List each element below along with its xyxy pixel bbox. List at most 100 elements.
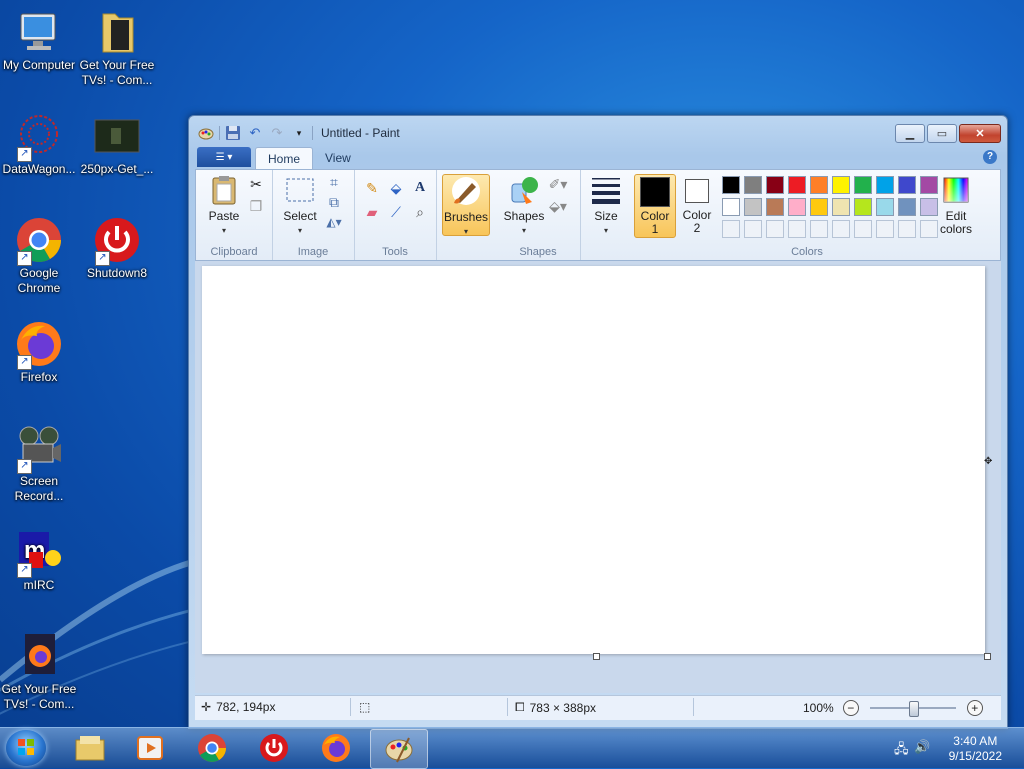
- color-swatch[interactable]: [832, 176, 850, 194]
- custom-color-slot[interactable]: [876, 220, 894, 238]
- outline-icon[interactable]: ✐▾: [548, 174, 568, 194]
- windows-logo-icon: [18, 739, 34, 755]
- color-swatch[interactable]: [744, 176, 762, 194]
- minimize-button[interactable]: ▁: [895, 124, 925, 143]
- taskbar-explorer[interactable]: [62, 729, 118, 767]
- color-swatch[interactable]: [854, 198, 872, 216]
- cut-icon[interactable]: ✂: [246, 174, 266, 194]
- color-swatch[interactable]: [810, 198, 828, 216]
- color-swatch[interactable]: [898, 198, 916, 216]
- color2-button[interactable]: Color 2: [678, 174, 716, 236]
- brushes-button[interactable]: Brushes ▾: [442, 174, 490, 236]
- color-swatch[interactable]: [722, 198, 740, 216]
- custom-color-slot[interactable]: [832, 220, 850, 238]
- title-bar[interactable]: ↶ ↷ ▾ Untitled - Paint ▁ ▭ ✕: [189, 116, 1007, 148]
- color-swatch[interactable]: [876, 176, 894, 194]
- cursor-position-icon: ✛: [201, 700, 212, 714]
- copy-icon[interactable]: ❐: [246, 196, 266, 216]
- network-icon[interactable]: 🖧: [894, 740, 909, 762]
- canvas-resize-handle-corner[interactable]: [984, 653, 991, 660]
- desktop-icon-get-free-tvs[interactable]: Get Your Free TVs! - Com...: [78, 8, 156, 88]
- desktop-icon-250px-get[interactable]: 250px-Get_...: [78, 112, 156, 177]
- custom-color-slot[interactable]: [788, 220, 806, 238]
- undo-icon[interactable]: ↶: [246, 124, 264, 142]
- desktop-icon-datawagon[interactable]: ↗ DataWagon...: [0, 112, 78, 177]
- select-button[interactable]: Select ▾: [278, 174, 322, 237]
- color1-button[interactable]: Color 1: [634, 174, 676, 238]
- customize-qat-icon[interactable]: ▾: [290, 124, 308, 142]
- taskbar-paint[interactable]: [370, 729, 428, 769]
- zoom-slider[interactable]: [869, 701, 956, 717]
- qat-divider: [219, 126, 220, 140]
- color-swatch[interactable]: [788, 198, 806, 216]
- clock[interactable]: 3:40 AM 9/15/2022: [949, 734, 1002, 764]
- edit-colors-button[interactable]: Edit colors: [932, 174, 980, 236]
- zoom-slider-thumb[interactable]: [908, 701, 919, 717]
- volume-icon[interactable]: 🔊: [914, 739, 930, 755]
- quick-access-toolbar: ↶ ↷ ▾: [197, 124, 313, 142]
- custom-color-slot[interactable]: [898, 220, 916, 238]
- desktop-icon-screen-recorder[interactable]: ↗ Screen Record...: [0, 424, 78, 504]
- custom-color-slot[interactable]: [810, 220, 828, 238]
- window-title: Untitled - Paint: [321, 126, 400, 140]
- crop-icon[interactable]: ⌗: [324, 172, 344, 192]
- close-button[interactable]: ✕: [959, 124, 1001, 143]
- color-swatch[interactable]: [854, 176, 872, 194]
- size-button[interactable]: Size ▾: [584, 174, 628, 237]
- desktop-icon-mirc[interactable]: m ↗ mIRC: [0, 528, 78, 593]
- custom-color-slot[interactable]: [744, 220, 762, 238]
- color-swatch[interactable]: [722, 176, 740, 194]
- shapes-button[interactable]: Shapes ▾: [502, 174, 546, 237]
- custom-color-slot[interactable]: [854, 220, 872, 238]
- redo-icon[interactable]: ↷: [268, 124, 286, 142]
- pencil-icon[interactable]: ✎: [362, 178, 382, 198]
- taskbar-firefox[interactable]: [308, 729, 364, 767]
- line-width-icon: [590, 174, 622, 206]
- fill-icon[interactable]: ⬙: [386, 178, 406, 198]
- desktop-icon-firefox[interactable]: ↗ Firefox: [0, 320, 78, 385]
- taskbar-chrome[interactable]: [184, 729, 240, 767]
- color-swatch[interactable]: [876, 198, 894, 216]
- desktop-icon-my-computer[interactable]: My Computer: [0, 8, 78, 73]
- zoom-in-button[interactable]: +: [966, 700, 983, 716]
- color-swatch[interactable]: [766, 176, 784, 194]
- resize-icon[interactable]: ⧉: [324, 192, 344, 212]
- color-swatch[interactable]: [766, 198, 784, 216]
- desktop-icon-google-chrome[interactable]: ↗ Google Chrome: [0, 216, 78, 296]
- custom-color-slot[interactable]: [766, 220, 784, 238]
- zoom-out-button[interactable]: −: [842, 700, 859, 716]
- clipboard-group: Paste ▾ ✂ ❐ Clipboard: [196, 170, 273, 260]
- text-icon[interactable]: A: [410, 178, 430, 198]
- save-icon[interactable]: [224, 124, 242, 142]
- fill-shape-icon[interactable]: ⬙▾: [548, 196, 568, 216]
- desktop-icon-get-free-tvs-2[interactable]: Get Your Free TVs! - Com...: [0, 632, 78, 712]
- magnifier-icon[interactable]: ⌕: [410, 202, 430, 222]
- image-thumbnail-icon: [93, 112, 141, 160]
- help-icon[interactable]: ?: [983, 150, 997, 164]
- color-swatch[interactable]: [788, 176, 806, 194]
- paste-button[interactable]: Paste ▾: [202, 174, 246, 237]
- rotate-icon[interactable]: ◭▾: [324, 212, 344, 232]
- custom-color-slot[interactable]: [722, 220, 740, 238]
- eraser-icon[interactable]: ▰: [362, 202, 382, 222]
- maximize-button[interactable]: ▭: [927, 124, 957, 143]
- color-picker-icon[interactable]: ⟋: [386, 202, 406, 222]
- system-tray: 🖧 🔊 3:40 AM 9/15/2022: [884, 728, 1024, 768]
- group-label: Tools: [382, 246, 408, 258]
- canvas-resize-handle-bottom[interactable]: [593, 653, 600, 660]
- color-swatch[interactable]: [810, 176, 828, 194]
- taskbar-media-player[interactable]: [122, 729, 178, 767]
- taskbar-shutdown8[interactable]: [246, 729, 302, 767]
- paint-menu-button[interactable]: ☰ ▾: [197, 147, 251, 167]
- color-swatch[interactable]: [744, 198, 762, 216]
- start-button[interactable]: [6, 730, 46, 766]
- tab-home[interactable]: Home: [255, 147, 314, 169]
- desktop-icon-shutdown8[interactable]: ↗ Shutdown8: [78, 216, 156, 281]
- desktop-icon-label: 250px-Get_...: [80, 162, 154, 176]
- firefox-document-icon: [15, 632, 63, 680]
- color-swatch[interactable]: [898, 176, 916, 194]
- drawing-canvas[interactable]: [202, 266, 985, 654]
- color-swatch[interactable]: [832, 198, 850, 216]
- tab-view[interactable]: View: [313, 147, 363, 168]
- paint-app-icon[interactable]: [197, 124, 215, 142]
